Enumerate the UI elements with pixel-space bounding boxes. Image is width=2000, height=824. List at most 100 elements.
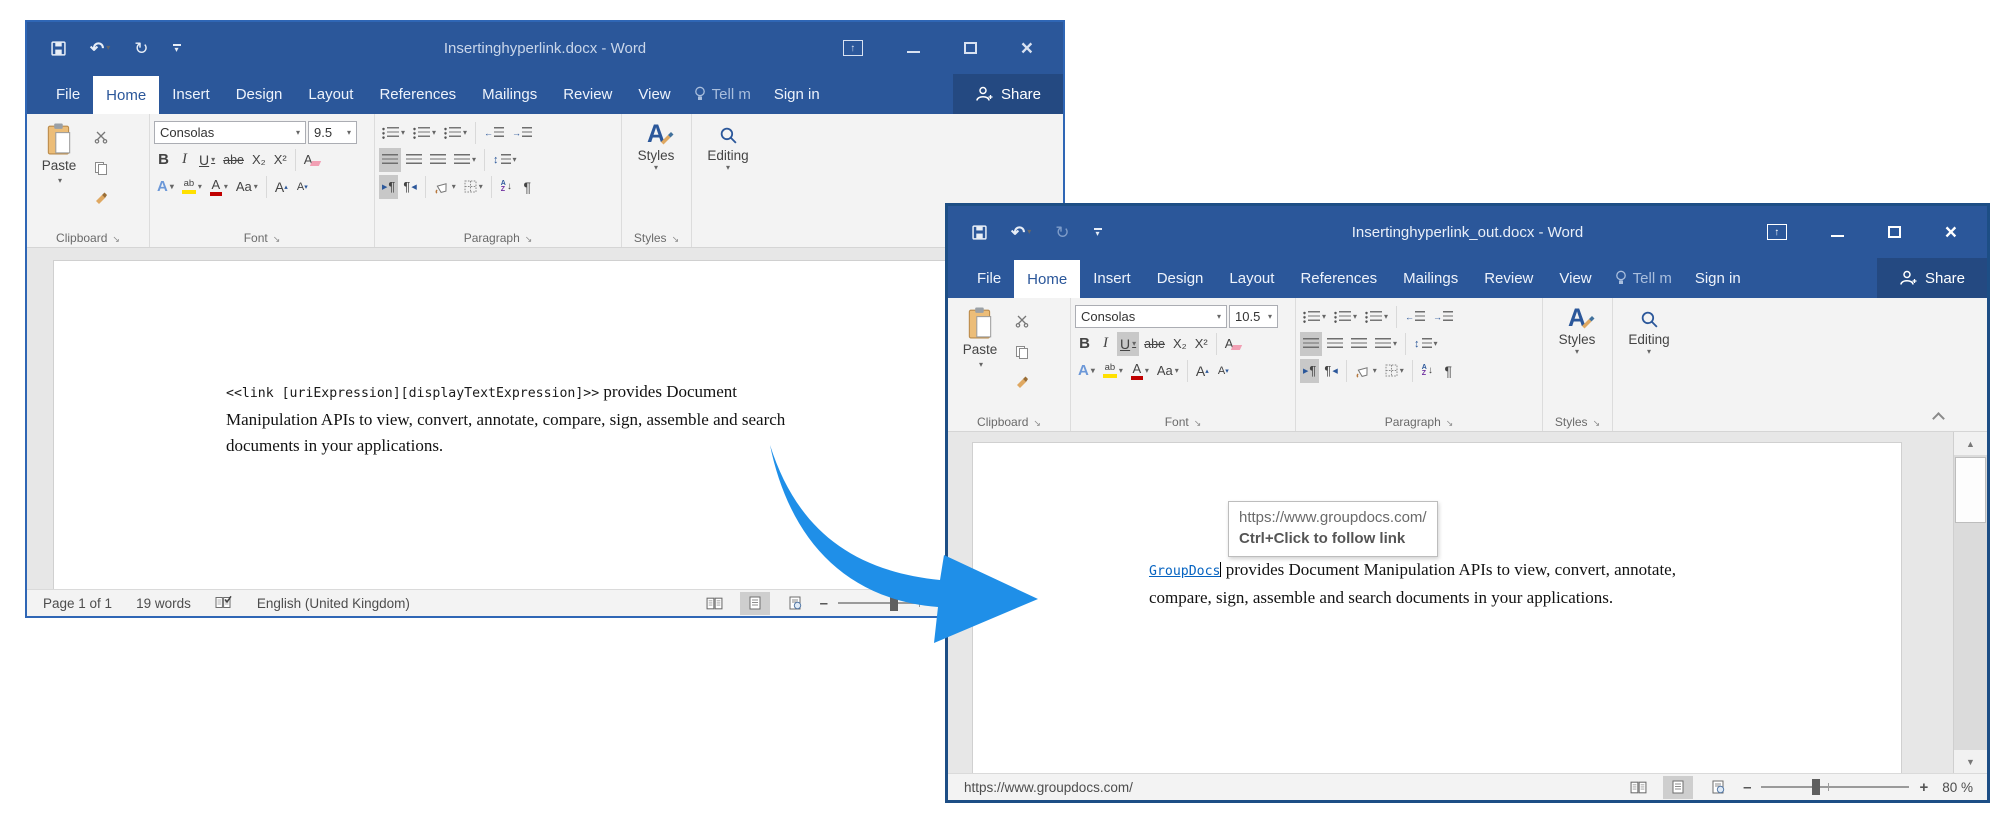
tab-mailings[interactable]: Mailings <box>469 74 550 114</box>
redo-button[interactable] <box>1055 224 1069 241</box>
ribbon-display-options-icon[interactable] <box>1767 224 1787 240</box>
left-to-right-button[interactable] <box>1300 359 1319 383</box>
subscript-button[interactable]: X₂ <box>1170 332 1190 356</box>
scroll-down-icon[interactable] <box>1954 750 1987 773</box>
format-painter-button[interactable] <box>1012 371 1032 395</box>
zoom-slider-handle[interactable] <box>1812 779 1820 795</box>
change-case-button[interactable]: Aa <box>233 175 261 199</box>
read-mode-button[interactable] <box>1623 776 1653 799</box>
decrease-indent-button[interactable] <box>1402 305 1428 329</box>
show-formatting-marks-button[interactable] <box>518 175 537 199</box>
clipboard-dialog-launcher[interactable] <box>1033 415 1041 429</box>
sign-in-button[interactable]: Sign in <box>1682 258 1754 298</box>
language-indicator[interactable]: English (United Kingdom) <box>257 596 410 611</box>
numbering-button[interactable] <box>1331 305 1360 329</box>
italic-button[interactable]: I <box>175 148 194 172</box>
align-center-button[interactable] <box>403 148 425 172</box>
web-layout-button[interactable] <box>1703 776 1733 799</box>
borders-button[interactable] <box>1382 359 1407 383</box>
tab-review[interactable]: Review <box>1471 258 1546 298</box>
shading-button[interactable] <box>431 175 459 199</box>
zoom-slider[interactable] <box>1761 779 1909 795</box>
save-icon[interactable] <box>51 41 66 56</box>
zoom-in-button[interactable]: + <box>1919 779 1928 796</box>
align-right-button[interactable] <box>427 148 449 172</box>
scrollbar-thumb[interactable] <box>1955 457 1986 523</box>
close-button[interactable] <box>1945 222 1957 243</box>
superscript-button[interactable]: X² <box>271 148 290 172</box>
right-to-left-button[interactable] <box>400 175 419 199</box>
customize-qat-button[interactable] <box>1094 228 1102 237</box>
tab-references[interactable]: References <box>1287 258 1390 298</box>
justify-button[interactable] <box>451 148 479 172</box>
font-color-button[interactable]: A <box>207 175 231 199</box>
editing-button[interactable]: Editing ▾ <box>696 119 760 170</box>
tell-me-box[interactable]: Tell m <box>684 74 761 114</box>
minimize-button[interactable] <box>1831 235 1844 237</box>
highlight-color-button[interactable]: ab <box>179 175 205 199</box>
tab-design[interactable]: Design <box>1144 258 1217 298</box>
scroll-up-icon[interactable] <box>1954 432 1987 455</box>
multilevel-list-button[interactable] <box>1362 305 1391 329</box>
font-dialog-launcher[interactable] <box>273 231 281 245</box>
italic-button[interactable]: I <box>1096 332 1115 356</box>
styles-button[interactable]: A Styles ▾ <box>626 119 686 170</box>
vertical-scrollbar[interactable] <box>1953 432 1987 773</box>
shrink-font-button[interactable]: A <box>1214 359 1233 383</box>
styles-button[interactable]: A Styles ▾ <box>1547 303 1607 354</box>
tab-insert[interactable]: Insert <box>1080 258 1144 298</box>
paragraph-dialog-launcher[interactable] <box>1446 415 1454 429</box>
copy-button[interactable] <box>1012 340 1032 364</box>
numbering-button[interactable] <box>410 121 439 145</box>
align-right-button[interactable] <box>1348 332 1370 356</box>
superscript-button[interactable]: X² <box>1192 332 1211 356</box>
sort-button[interactable]: AZ <box>497 175 516 199</box>
styles-dialog-launcher[interactable] <box>1593 415 1601 429</box>
underline-button[interactable]: U <box>196 148 218 172</box>
tell-me-box[interactable]: Tell m <box>1605 258 1682 298</box>
tab-design[interactable]: Design <box>223 74 296 114</box>
tab-view[interactable]: View <box>1546 258 1604 298</box>
align-left-button[interactable] <box>1300 332 1322 356</box>
line-spacing-button[interactable] <box>490 148 520 172</box>
share-button[interactable]: Share <box>1877 258 1987 298</box>
increase-indent-button[interactable] <box>1430 305 1456 329</box>
left-to-right-button[interactable] <box>379 175 398 199</box>
maximize-button[interactable] <box>964 42 977 54</box>
strikethrough-button[interactable]: abe <box>1141 332 1168 356</box>
save-icon[interactable] <box>972 225 987 240</box>
cut-button[interactable] <box>1012 309 1032 333</box>
underline-button[interactable]: U <box>1117 332 1139 356</box>
maximize-button[interactable] <box>1888 226 1901 238</box>
hyperlink-text[interactable]: GroupDocs <box>1149 564 1220 579</box>
sign-in-button[interactable]: Sign in <box>761 74 833 114</box>
clear-formatting-button[interactable]: A <box>1222 332 1245 356</box>
tab-layout[interactable]: Layout <box>295 74 366 114</box>
tab-review[interactable]: Review <box>550 74 625 114</box>
text-effects-button[interactable]: A <box>1075 359 1098 383</box>
undo-button[interactable] <box>90 40 110 57</box>
text-effects-button[interactable]: A <box>154 175 177 199</box>
minimize-button[interactable] <box>907 51 920 53</box>
customize-qat-button[interactable] <box>173 44 181 53</box>
strikethrough-button[interactable]: abe <box>220 148 247 172</box>
share-button[interactable]: Share <box>953 74 1063 114</box>
bold-button[interactable]: B <box>1075 332 1094 356</box>
zoom-out-button[interactable]: – <box>1743 779 1751 796</box>
tab-references[interactable]: References <box>366 74 469 114</box>
tab-home[interactable]: Home <box>1014 260 1080 298</box>
align-center-button[interactable] <box>1324 332 1346 356</box>
zoom-level[interactable]: 80 % <box>1942 780 1973 795</box>
grow-font-button[interactable]: A <box>1193 359 1212 383</box>
clear-formatting-button[interactable]: A <box>301 148 324 172</box>
align-left-button[interactable] <box>379 148 401 172</box>
line-spacing-button[interactable] <box>1411 332 1441 356</box>
shading-button[interactable] <box>1352 359 1380 383</box>
bullets-button[interactable] <box>379 121 408 145</box>
word-count[interactable]: 19 words <box>136 596 191 611</box>
format-painter-button[interactable] <box>91 187 111 211</box>
editing-button[interactable]: Editing ▾ <box>1617 303 1681 354</box>
font-name-combobox[interactable]: Consolas <box>154 121 306 144</box>
close-button[interactable] <box>1021 38 1033 59</box>
paste-button[interactable]: Paste <box>31 119 87 227</box>
